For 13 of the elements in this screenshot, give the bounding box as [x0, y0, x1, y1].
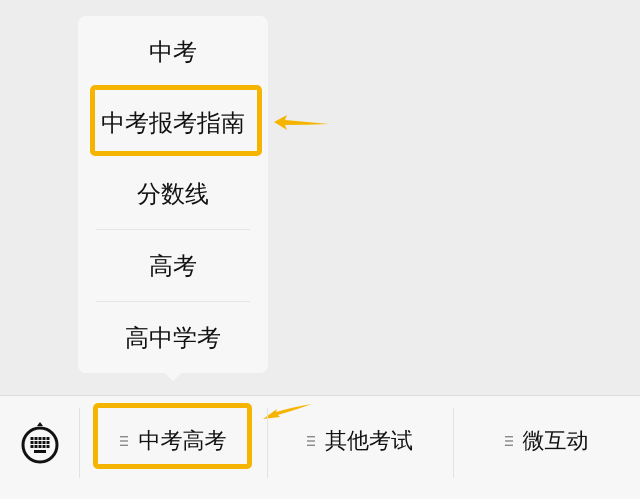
submenu-item[interactable]: 高考: [96, 230, 250, 301]
pointer-arrow: [262, 404, 313, 422]
submenu-item[interactable]: 中考: [78, 16, 268, 87]
menu-lines-icon: [307, 436, 315, 446]
keyboard-icon: [18, 421, 60, 465]
menu-lines-icon: [504, 436, 513, 446]
menu-lines-icon: [120, 436, 128, 446]
menu-tab[interactable]: 中考高考: [80, 396, 267, 486]
menu-tab[interactable]: 微互动: [453, 396, 640, 486]
submenu-item[interactable]: 高中学考: [96, 302, 250, 373]
menu-tab[interactable]: 其他考试: [266, 396, 454, 486]
submenu-item[interactable]: 分数线: [78, 158, 268, 229]
submenu-item[interactable]: 中考报考指南: [78, 87, 268, 158]
